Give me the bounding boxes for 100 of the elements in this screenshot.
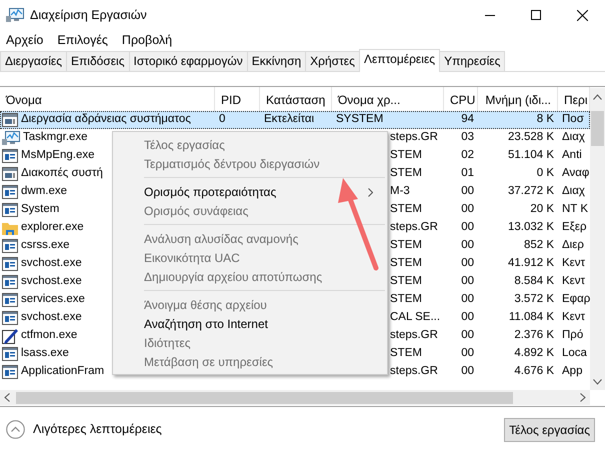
program-window-icon bbox=[2, 239, 18, 253]
process-name[interactable]: System bbox=[21, 201, 60, 219]
table-cell-text: 4.892 K bbox=[513, 346, 555, 362]
table-cell-text: 00 bbox=[460, 238, 475, 254]
table-cell: STEM bbox=[390, 239, 422, 252]
close-icon bbox=[576, 10, 588, 20]
table-cell-text: 00 bbox=[460, 220, 475, 236]
tab[interactable]: Λεπτομέρειες bbox=[358, 49, 440, 72]
process-name[interactable]: ctfmon.exe bbox=[21, 327, 78, 345]
process-name[interactable]: svchost.exe bbox=[21, 255, 82, 273]
process-name[interactable]: ApplicationFram bbox=[21, 363, 104, 381]
maximize-icon bbox=[531, 10, 541, 20]
process-name[interactable]: MsMpEng.exe bbox=[21, 147, 95, 165]
end-task-button[interactable]: Τέλος εργασίας bbox=[504, 418, 595, 442]
table-cell-text: 94 bbox=[460, 112, 475, 128]
table-cell-text: Anti bbox=[561, 148, 583, 164]
process-name[interactable]: lsass.exe bbox=[21, 345, 69, 363]
process-name[interactable]: dwm.exe bbox=[21, 183, 68, 201]
table-cell-text: SYSTEM bbox=[335, 112, 384, 128]
table-cell-text: 13.032 K bbox=[506, 220, 555, 236]
scrollbar-thumb[interactable] bbox=[591, 111, 604, 146]
context-menu-item[interactable]: Αναζήτηση στο Internet bbox=[113, 314, 387, 333]
scrollbar-thumb[interactable] bbox=[16, 392, 513, 404]
table-cell-text: 0 bbox=[218, 112, 226, 128]
table-cell-text: 01 bbox=[460, 166, 475, 182]
table-cell: STEM bbox=[390, 149, 422, 162]
table-cell-text: Διαχ bbox=[561, 130, 586, 146]
process-name[interactable]: Διακοπές συστή bbox=[21, 165, 103, 183]
menu-item[interactable]: Προβολή bbox=[118, 30, 176, 50]
program-window-icon bbox=[2, 347, 18, 361]
table-cell-text: 00 bbox=[460, 328, 475, 344]
program-window-icon bbox=[2, 311, 18, 325]
table-cell: STEM bbox=[390, 293, 422, 306]
table-cell-text: 23.528 K bbox=[506, 130, 555, 146]
folder-icon bbox=[2, 221, 18, 235]
window-title: Διαχείριση Εργασιών bbox=[30, 6, 147, 24]
table-cell-text: 00 bbox=[460, 184, 475, 200]
tab[interactable]: Υπηρεσίες bbox=[439, 51, 506, 71]
table-cell-text: 00 bbox=[460, 202, 475, 218]
process-name[interactable]: svchost.exe bbox=[21, 273, 82, 291]
table-cell-text: 00 bbox=[460, 292, 475, 308]
menu-item[interactable]: Επιλογές bbox=[53, 30, 112, 50]
horizontal-scrollbar[interactable] bbox=[0, 390, 590, 405]
table-cell-text: 2.376 K bbox=[513, 328, 555, 344]
tab[interactable]: Διεργασίες bbox=[0, 51, 67, 71]
table-cell-text: 8.584 K bbox=[513, 274, 555, 290]
table-cell-text: 00 bbox=[460, 364, 475, 380]
table-cell-text: Διαχ bbox=[561, 184, 586, 200]
scroll-down-icon[interactable] bbox=[593, 379, 602, 385]
table-cell: STEM bbox=[390, 203, 422, 216]
scroll-right-icon[interactable] bbox=[580, 393, 586, 402]
process-name[interactable]: Taskmgr.exe bbox=[23, 129, 88, 147]
table-cell-text: App bbox=[561, 364, 584, 380]
table-cell: CAL SE... bbox=[390, 311, 440, 324]
table-cell: STEM bbox=[390, 347, 422, 360]
monitor-chart-icon bbox=[2, 130, 20, 146]
vertical-scrollbar[interactable] bbox=[590, 88, 605, 390]
table-cell-text: Εξερ bbox=[561, 220, 588, 236]
table-cell: STEM bbox=[390, 167, 422, 180]
table-cell-text: 11.084 K bbox=[508, 310, 555, 326]
table-cell-text: 00 bbox=[460, 310, 475, 326]
table-cell-text: Ποσ bbox=[561, 112, 585, 128]
fewer-details-link[interactable]: Λιγότερες λεπτομέρειες bbox=[6, 420, 162, 439]
table-cell-text: 20 K bbox=[529, 202, 555, 218]
table-row[interactable]: Διεργασία αδράνειας συστήματος 0 Εκτελείται SYSTEM 94 8 K Ποσ bbox=[0, 111, 590, 129]
program-window-icon bbox=[2, 203, 18, 217]
menu-item[interactable]: Αρχείο bbox=[2, 30, 48, 50]
process-name[interactable]: svchost.exe bbox=[21, 309, 82, 327]
program-window-icon bbox=[2, 257, 18, 271]
table-cell-text: 4.676 K bbox=[513, 364, 555, 380]
table-cell: steps.GR bbox=[390, 221, 438, 234]
scroll-up-icon[interactable] bbox=[593, 94, 602, 100]
link-text: Λιγότερες λεπτομέρειες bbox=[33, 421, 162, 438]
table-cell-text: 3.572 K bbox=[513, 292, 555, 308]
table-cell-text: Κεντ bbox=[561, 256, 586, 272]
program-window-icon bbox=[2, 149, 18, 163]
table-cell-text: Αναφ bbox=[561, 166, 590, 182]
program-window-icon bbox=[2, 185, 18, 199]
pen-icon bbox=[2, 328, 18, 344]
table-cell: STEM bbox=[390, 275, 422, 288]
scroll-left-icon[interactable] bbox=[4, 393, 10, 402]
process-name[interactable]: services.exe bbox=[21, 291, 85, 309]
program-window-icon bbox=[2, 275, 18, 289]
process-name[interactable]: Διεργασία αδράνειας συστήματος bbox=[21, 111, 191, 129]
tab[interactable]: Εκκίνηση bbox=[246, 51, 306, 71]
table-cell-text: 852 K bbox=[522, 238, 555, 254]
tab[interactable]: Χρήστες bbox=[305, 51, 360, 71]
table-cell: STEM bbox=[390, 257, 422, 270]
tab[interactable]: Επιδόσεις bbox=[66, 51, 130, 71]
context-menu-item[interactable]: Ορισμός προτεραιότητας bbox=[113, 182, 387, 201]
table-cell-text: 03 bbox=[460, 130, 475, 146]
table-cell-text: 00 bbox=[460, 346, 475, 362]
tab[interactable]: Ιστορικό εφαρμογών bbox=[128, 51, 248, 71]
collapse-circle-icon bbox=[6, 420, 25, 439]
table-cell-text: 41.912 K bbox=[506, 256, 555, 272]
table-cell-text: Κεντ bbox=[561, 310, 586, 326]
process-name[interactable]: explorer.exe bbox=[21, 219, 84, 237]
app-icon bbox=[6, 7, 24, 23]
table-cell-text: Εκτελείται bbox=[263, 112, 316, 128]
process-name[interactable]: csrss.exe bbox=[21, 237, 70, 255]
